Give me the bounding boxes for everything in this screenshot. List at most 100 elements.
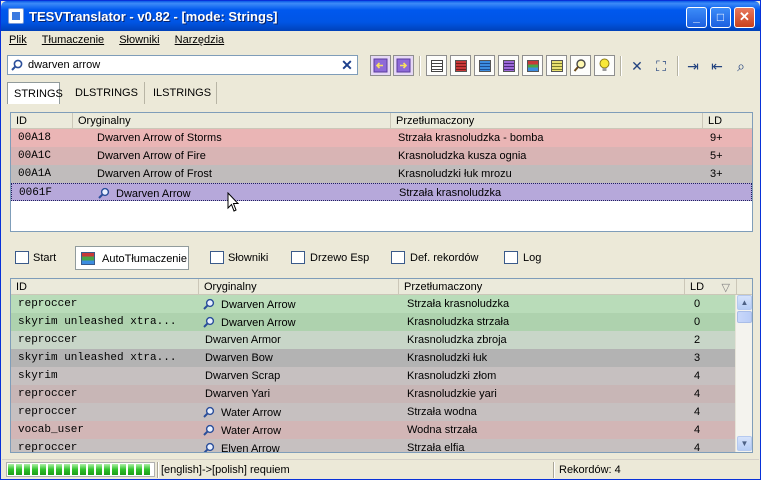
col-original[interactable]: Oryginalny [73, 113, 391, 129]
progress-block [120, 464, 126, 475]
cell-id: reproccer [18, 334, 78, 346]
col-translated[interactable]: Przetłumaczony [391, 113, 703, 129]
progress-block [24, 464, 30, 475]
scroll-thumb[interactable] [737, 311, 752, 323]
col-ld[interactable]: LD [703, 113, 752, 129]
table-row[interactable]: skyrim unleashed xtra... Dwarven Arrow Kra… [11, 313, 736, 331]
autotranslate-icon [81, 252, 95, 265]
close-button[interactable]: ✕ [734, 7, 755, 28]
table-row[interactable]: skyrim unleashed xtra... Dwarven Bow Krasn… [11, 349, 736, 367]
cell-original: Water Arrow [203, 424, 393, 437]
search-box[interactable]: ✕ [7, 55, 358, 75]
table-row[interactable]: reproccer Dwarven Arrow Strzała krasnoludz… [11, 295, 736, 313]
col-original[interactable]: Oryginalny [199, 279, 399, 295]
cell-ld: 5+ [710, 150, 723, 162]
forward-icon [396, 58, 411, 73]
col-translated[interactable]: Przetłumaczony [399, 279, 685, 295]
vertical-scrollbar[interactable]: ▲ ▼ [735, 295, 752, 452]
search-input[interactable] [28, 58, 328, 72]
table-row[interactable]: skyrim Dwarven Scrap Krasnoludzki złom 4 [11, 367, 736, 385]
table-row[interactable]: vocab_user Water Arrow Wodna strzała 4 [11, 421, 736, 439]
cell-original: Dwarven Bow [205, 352, 273, 364]
cell-ld: 0 [694, 316, 701, 328]
col-id[interactable]: ID [11, 279, 199, 295]
menu-slowniki[interactable]: Słowniki [112, 31, 164, 46]
scroll-down-icon[interactable]: ▼ [737, 436, 752, 451]
find-replace-icon[interactable]: ⌕ [732, 57, 750, 75]
tab-ilstrings[interactable]: ILSTRINGS [147, 82, 217, 104]
progress-block [16, 464, 22, 475]
start-icon [15, 251, 29, 264]
grid-header: ID Oryginalny Przetłumaczony LD ▽ [11, 279, 752, 295]
progress-block [56, 464, 62, 475]
cell-id: 0061F [19, 187, 53, 199]
strings-grid[interactable]: ID Oryginalny Przetłumaczony LD 00A18 Dwa… [10, 112, 753, 232]
app-icon[interactable] [8, 8, 24, 24]
cell-translated: Wodna strzała [407, 424, 478, 436]
magnifier-icon [573, 59, 586, 72]
table-row[interactable]: 0061F Dwarven Arrow Strzała krasnoludzka [11, 183, 752, 201]
menu-narzedzia[interactable]: Narzędzia [168, 31, 230, 46]
cell-original: Dwarven Arrow [203, 316, 393, 329]
filter-all-button[interactable] [426, 55, 447, 76]
window-title: TESVTranslator - v0.82 - [mode: Strings] [29, 9, 278, 24]
tab-log[interactable]: Log [504, 246, 544, 270]
next-button[interactable] [393, 55, 414, 76]
tab-esp-tree[interactable]: Drzewo Esp [291, 246, 371, 270]
tab-strings[interactable]: STRINGS [7, 82, 63, 104]
menu-tlumaczenie[interactable]: Tłumaczenie [35, 31, 109, 46]
table-row[interactable]: reproccer Dwarven Armor Krasnoludzka zbroj… [11, 331, 736, 349]
export-icon[interactable]: ⇥ [684, 57, 702, 75]
title-bar[interactable]: TESVTranslator - v0.82 - [mode: Strings]… [1, 1, 760, 31]
cell-translated: Krasnoludzkie yari [407, 388, 497, 400]
filter-red-button[interactable] [450, 55, 471, 76]
cell-id: skyrim unleashed xtra... [18, 316, 177, 328]
tab-dlstrings[interactable]: DLSTRINGS [69, 82, 145, 104]
cell-id: skyrim [18, 370, 58, 382]
cell-ld: 4 [694, 388, 701, 400]
autotranslate-grid[interactable]: ID Oryginalny Przetłumaczony LD ▽ reprocc… [10, 278, 753, 453]
maximize-button[interactable]: □ [710, 7, 731, 28]
table-row[interactable]: 00A18 Dwarven Arrow of Storms Strzała kras… [11, 129, 752, 147]
cell-original: Dwarven Arrow [98, 187, 388, 200]
mouse-cursor-icon [227, 192, 240, 212]
cell-translated: Strzała wodna [407, 406, 477, 418]
prev-button[interactable] [370, 55, 391, 76]
list-icon [431, 60, 443, 72]
tab-dictionaries[interactable]: Słowniki [210, 246, 270, 270]
search-options-button[interactable] [570, 55, 591, 76]
expand-icon[interactable]: ⛶ [652, 57, 670, 75]
cell-translated: Strzała elfia [407, 442, 465, 453]
progress-block [96, 464, 102, 475]
purple-filter-icon [503, 60, 515, 72]
toolbar-separator [620, 56, 622, 76]
tab-record-defs[interactable]: Def. rekordów [391, 246, 486, 270]
cell-translated: Strzała krasnoludzka - bomba [398, 132, 544, 144]
close-icon[interactable]: ✕ [628, 57, 646, 75]
col-ld[interactable]: LD ▽ [685, 279, 737, 295]
records-count: Rekordów: 4 [559, 464, 621, 476]
table-row[interactable]: reproccer Elven Arrow Strzała elfia 4 [11, 439, 736, 453]
table-row[interactable]: reproccer Water Arrow Strzała wodna 4 [11, 403, 736, 421]
table-row[interactable]: reproccer Dwarven Yari Krasnoludzkie yari 4 [11, 385, 736, 403]
cell-translated: Krasnoludzki złom [407, 370, 497, 382]
scroll-up-icon[interactable]: ▲ [737, 295, 752, 310]
filter-mixed-button[interactable] [522, 55, 543, 76]
cell-id: skyrim unleashed xtra... [18, 352, 177, 364]
col-id[interactable]: ID [11, 113, 73, 129]
progress-fill [8, 464, 153, 478]
search-clear-button[interactable]: ✕ [340, 57, 354, 73]
tab-start[interactable]: Start [15, 246, 63, 270]
filter-purple-button[interactable] [498, 55, 519, 76]
filter-blue-button[interactable] [474, 55, 495, 76]
table-row[interactable]: 00A1A Dwarven Arrow of Frost Krasnoludzki … [11, 165, 752, 183]
menu-plik[interactable]: Plik [2, 31, 32, 46]
import-icon[interactable]: ⇤ [708, 57, 726, 75]
cell-id: 00A1A [18, 168, 52, 180]
minimize-button[interactable]: _ [686, 7, 707, 28]
red-filter-icon [455, 60, 467, 72]
table-row[interactable]: 00A1C Dwarven Arrow of Fire Krasnoludzka k… [11, 147, 752, 165]
filter-yellow-button[interactable] [546, 55, 567, 76]
hint-button[interactable] [594, 55, 615, 76]
tab-autotranslate[interactable]: AutoTłumaczenie [75, 246, 189, 270]
